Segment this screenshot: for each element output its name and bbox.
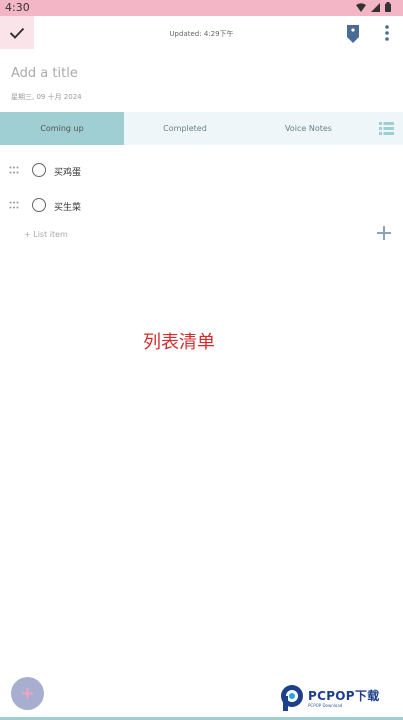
wifi-icon: [356, 2, 366, 12]
signal-icon: [371, 2, 380, 12]
status-icons: [356, 2, 391, 12]
list-view-icon[interactable]: [379, 122, 394, 135]
toolbar: Updated: 4:29下午: [0, 16, 403, 50]
overlay-caption: 列表清单: [143, 332, 215, 353]
battery-icon: [385, 2, 391, 12]
item-checkbox[interactable]: [32, 198, 46, 212]
status-time: 4:30: [5, 1, 30, 14]
watermark-title: PCPOP下载: [308, 689, 380, 703]
add-item-plus-icon[interactable]: [377, 226, 391, 240]
title-input[interactable]: Add a title: [11, 66, 78, 81]
drag-handle-icon[interactable]: [9, 201, 19, 209]
plus-icon: +: [19, 682, 36, 704]
item-checkbox[interactable]: [32, 163, 46, 177]
watermark-subtitle: PCPOP Download: [308, 703, 343, 708]
watermark: PCPOP下载 PCPOP Download: [279, 684, 403, 714]
list-item: 买鸡蛋: [0, 157, 403, 187]
list-item: 买生菜: [0, 192, 403, 222]
add-fab-button[interactable]: +: [11, 677, 44, 710]
note-date: 星期三, 09 十月 2024: [11, 93, 82, 101]
tag-icon[interactable]: [346, 25, 360, 43]
more-vert-icon[interactable]: [381, 24, 393, 42]
drag-handle-icon[interactable]: [9, 166, 19, 174]
item-text[interactable]: 买鸡蛋: [54, 165, 81, 178]
tab-completed[interactable]: Completed: [124, 112, 246, 145]
status-bar: 4:30: [0, 0, 403, 16]
tab-bar: Coming up Completed Voice Notes: [0, 112, 403, 145]
item-text[interactable]: 买生菜: [54, 200, 81, 213]
updated-label: Updated: 4:29下午: [169, 30, 234, 38]
add-list-item-input[interactable]: + List item: [24, 230, 68, 239]
tab-coming-up[interactable]: Coming up: [0, 112, 124, 145]
pcpop-logo-icon: [281, 685, 303, 711]
tab-voice-notes[interactable]: Voice Notes: [246, 112, 371, 145]
